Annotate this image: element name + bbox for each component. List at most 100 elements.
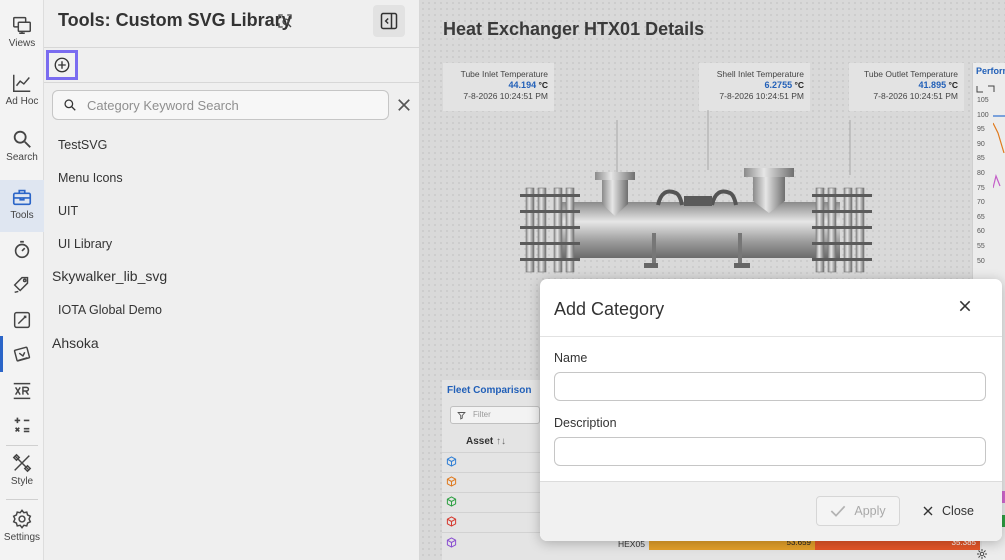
- dialog-footer: Apply Close: [540, 481, 1002, 541]
- filter-placeholder: Filter: [473, 410, 491, 419]
- category-item[interactable]: UI Library: [58, 237, 112, 251]
- rail-xr[interactable]: [0, 380, 44, 402]
- rail-views[interactable]: Views: [0, 14, 44, 49]
- category-item[interactable]: Skywalker_lib_svg: [52, 268, 167, 284]
- heat-exchanger-diagram[interactable]: [520, 110, 880, 280]
- panel-divider: [44, 82, 420, 83]
- rail-tools[interactable]: Tools: [0, 180, 44, 232]
- asset-column-header[interactable]: Asset ↑↓: [466, 436, 506, 447]
- category-search[interactable]: [52, 90, 389, 120]
- rail-timer[interactable]: [0, 239, 44, 261]
- y-tick: 105: [977, 97, 989, 104]
- clear-search-icon[interactable]: [395, 96, 413, 114]
- filter-icon: [457, 412, 466, 420]
- rail-settings[interactable]: Settings: [0, 508, 44, 543]
- category-item[interactable]: TestSVG: [58, 138, 107, 152]
- add-category-dialog: Add Category Name Description Apply Clos…: [540, 279, 1002, 541]
- sensor-card[interactable]: Tube Inlet Temperature 44.194 °C 7-8-202…: [443, 63, 554, 111]
- category-item[interactable]: UIT: [58, 204, 78, 218]
- sensor-label: Tube Inlet Temperature: [460, 69, 548, 79]
- y-tick: 65: [977, 214, 985, 221]
- page-title: Heat Exchanger HTX01 Details: [443, 19, 705, 39]
- rail-divider: [6, 445, 38, 446]
- sensor-label: Shell Inlet Temperature: [716, 69, 804, 79]
- performance-lines: [993, 115, 1005, 189]
- asset-cube-icon: [446, 496, 457, 507]
- asset-cube-icon: [446, 456, 457, 467]
- asset-cube-icon: [446, 476, 457, 487]
- rail-search[interactable]: Search: [0, 128, 44, 163]
- sensor-value: 44.194: [508, 80, 537, 90]
- plus-circle-icon: [54, 57, 70, 73]
- rail-svg-library[interactable]: [0, 336, 44, 372]
- apply-button[interactable]: Apply: [816, 496, 900, 526]
- sensor-time: 7-8-2026 10:24:51 PM: [873, 91, 958, 101]
- search-icon: [64, 99, 76, 111]
- rail-tag-edit[interactable]: [0, 274, 44, 296]
- close-icon: [959, 300, 971, 312]
- sensor-card[interactable]: Tube Outlet Temperature 41.895 °C 7-8-20…: [849, 63, 964, 111]
- close-icon: [923, 506, 933, 516]
- rail-calculator[interactable]: [0, 414, 44, 436]
- y-tick: 50: [977, 258, 985, 265]
- category-item[interactable]: IOTA Global Demo: [58, 303, 162, 317]
- zoom-icon[interactable]: [976, 84, 998, 94]
- category-search-input[interactable]: [87, 97, 367, 113]
- panel-title: Tools: Custom SVG Library: [58, 10, 292, 30]
- image-search-icon[interactable]: [276, 12, 294, 30]
- collapse-left-icon: [380, 12, 398, 30]
- search-icon: [13, 130, 31, 148]
- xr-icon: [13, 382, 31, 400]
- rail-label: Ad Hoc: [5, 96, 39, 107]
- sensor-time: 7-8-2026 10:24:51 PM: [719, 91, 804, 101]
- y-tick: 85: [977, 155, 985, 162]
- fleet-filter-input[interactable]: Filter: [450, 406, 540, 424]
- name-field[interactable]: [554, 372, 986, 401]
- y-tick: 100: [977, 112, 989, 119]
- sensor-card[interactable]: Shell Inlet Temperature 6.2755 °C 7-8-20…: [699, 63, 810, 111]
- asset-cube-icon: [446, 537, 457, 548]
- category-item[interactable]: Ahsoka: [52, 335, 99, 351]
- tools-panel: Tools: Custom SVG Library TestSVG Menu I…: [44, 0, 420, 560]
- description-field[interactable]: [554, 437, 986, 466]
- gear-icon[interactable]: [976, 548, 988, 560]
- style-icon: [12, 453, 32, 473]
- sort-icon: ↑↓: [496, 436, 507, 447]
- rail-label: Tools: [10, 210, 34, 221]
- y-tick: 80: [977, 170, 985, 177]
- y-tick: 60: [977, 228, 985, 235]
- collapse-panel-button[interactable]: [373, 5, 405, 37]
- panel-divider: [44, 47, 420, 48]
- adhoc-chart-icon: [13, 74, 31, 92]
- asset-column-label: Asset: [466, 436, 494, 447]
- rail-adhoc[interactable]: Ad Hoc: [0, 72, 44, 107]
- sensor-unit: °C: [538, 80, 548, 90]
- sensor-time: 7-8-2026 10:24:51 PM: [463, 91, 548, 101]
- description-label: Description: [554, 416, 617, 430]
- dialog-close-button[interactable]: [954, 295, 976, 317]
- y-tick: 70: [977, 199, 985, 206]
- close-button[interactable]: Close: [918, 496, 978, 526]
- rail-label: Views: [8, 38, 36, 49]
- close-label: Close: [942, 504, 974, 518]
- sensor-value: 41.895: [918, 80, 947, 90]
- add-category-button[interactable]: [46, 50, 78, 80]
- check-icon: [831, 505, 846, 517]
- sensor-value: 6.2755: [764, 80, 793, 90]
- performance-title: Performance: [976, 66, 1005, 76]
- rail-label: Search: [6, 152, 38, 163]
- calculator-icon: [14, 417, 30, 433]
- dialog-title: Add Category: [554, 299, 665, 319]
- sensor-label: Tube Outlet Temperature: [863, 69, 958, 79]
- y-tick: 75: [977, 185, 985, 192]
- toolbox-icon: [12, 189, 32, 206]
- settings-icon: [12, 509, 32, 529]
- rail-image-edit[interactable]: [0, 309, 44, 331]
- fleet-title: Fleet Comparison: [447, 385, 532, 396]
- sensor-unit: °C: [948, 80, 958, 90]
- category-item[interactable]: Menu Icons: [58, 171, 123, 185]
- y-tick: 95: [977, 126, 985, 133]
- icon-rail: Views Ad Hoc Search Tools Style Settings: [0, 0, 44, 560]
- image-edit-icon: [13, 311, 31, 329]
- rail-style[interactable]: Style: [0, 452, 44, 487]
